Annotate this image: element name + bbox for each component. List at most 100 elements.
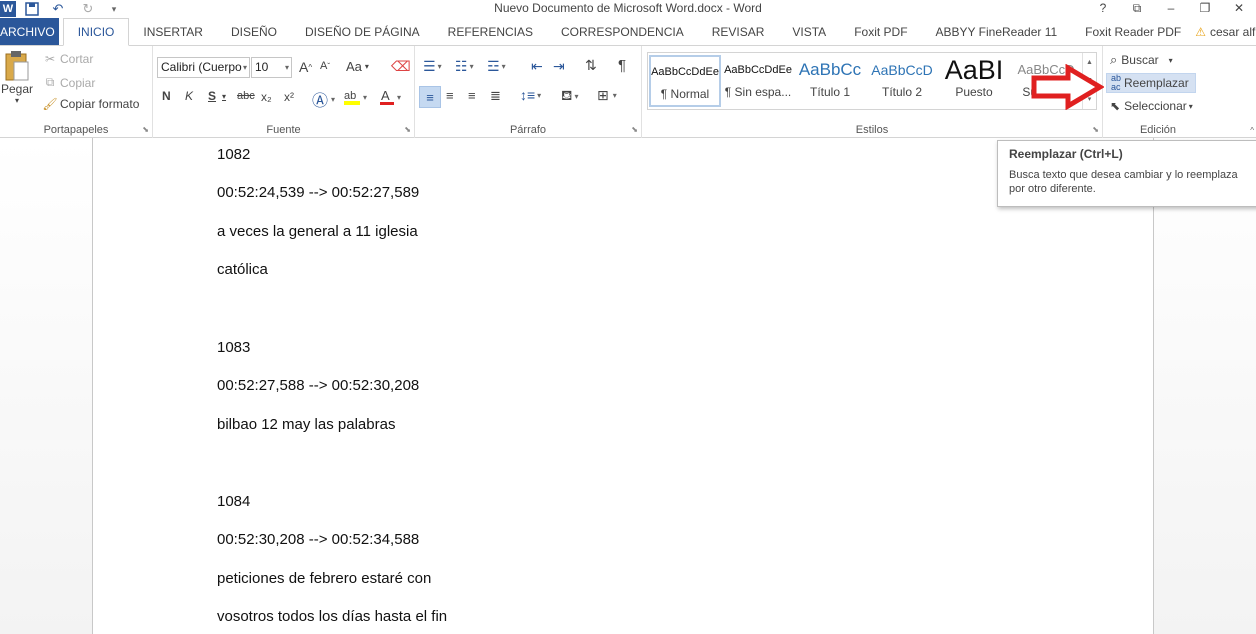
window-controls: ? ⧉ – ❐ ✕ <box>1086 0 1256 18</box>
decrease-indent-button[interactable]: ⇤ <box>531 58 543 75</box>
multilevel-list-icon: ☲ <box>487 58 500 74</box>
collapse-ribbon-icon[interactable]: ^ <box>1250 126 1254 135</box>
increase-indent-button[interactable]: ⇥ <box>553 58 565 75</box>
shrink-font-button[interactable]: Aˇ <box>320 60 330 72</box>
superscript-button[interactable]: x² <box>284 90 294 104</box>
multilevel-list-button[interactable]: ☲ ▾ <box>487 58 506 75</box>
subscript-button[interactable]: x₂ <box>261 90 272 104</box>
help-button[interactable]: ? <box>1086 0 1120 18</box>
align-left-button[interactable]: ≡ <box>419 86 441 108</box>
align-center-button[interactable]: ≡ <box>446 88 454 103</box>
style-name: Título 2 <box>881 85 923 99</box>
sort-button[interactable]: ⇅ <box>585 57 597 74</box>
reemplazar-button[interactable]: ab ac Reemplazar <box>1106 73 1196 93</box>
underline-label: S <box>208 89 217 103</box>
highlight-button[interactable]: ab ▾ <box>343 88 367 106</box>
dialog-launcher-icon[interactable]: ⬊ <box>631 125 638 134</box>
clear-format-button[interactable]: ⌫ <box>391 58 411 75</box>
buscar-label: Buscar <box>1121 53 1159 67</box>
copiar-formato-button[interactable]: 🖌 Copiar formato <box>42 97 139 111</box>
style-titulo-1[interactable]: AaBbCc Título 1 <box>794 55 866 107</box>
tab-archivo[interactable]: ARCHIVO <box>0 18 59 45</box>
shading-button[interactable]: ⛾ ▾ <box>561 87 578 106</box>
tab-abbyy[interactable]: ABBYY FineReader 11 <box>922 18 1072 45</box>
style-puesto[interactable]: AaBI Puesto <box>938 55 1010 107</box>
line-spacing-button[interactable]: ↕≡ ▾ <box>520 87 541 103</box>
user-account[interactable]: ⚠ cesar alfredo... ▾ <box>1195 18 1256 45</box>
bold-button[interactable]: N <box>162 89 171 103</box>
annotation-arrow-icon <box>1031 64 1104 110</box>
tab-inicio[interactable]: INICIO <box>62 18 130 46</box>
style-preview: AaBbCc <box>798 60 862 79</box>
chevron-down-icon: ▾ <box>437 62 442 71</box>
tab-vista[interactable]: VISTA <box>778 18 840 45</box>
minimize-button[interactable]: – <box>1154 0 1188 18</box>
dialog-launcher-icon[interactable]: ⬊ <box>1092 125 1099 134</box>
chevron-down-icon: ▾ <box>397 92 402 102</box>
borders-icon: ⊞ <box>597 87 609 103</box>
document-page[interactable]: 1082 00:52:24,539 --> 00:52:27,589 a vec… <box>92 138 1154 634</box>
text-effects-button[interactable]: Ⓐ ▾ <box>312 87 335 111</box>
svg-text:ab: ab <box>344 90 356 102</box>
tab-foxit-reader[interactable]: Foxit Reader PDF <box>1071 18 1195 45</box>
close-button[interactable]: ✕ <box>1222 0 1256 18</box>
doc-line: vosotros todos los días hasta el fin <box>217 608 448 625</box>
seleccionar-button[interactable]: ⬉ Seleccionar ▾ <box>1106 96 1199 116</box>
eraser-icon: ⌫ <box>391 58 411 74</box>
left-canvas <box>0 138 92 634</box>
cursor-icon: ⬉ <box>1110 99 1121 113</box>
grow-font-button[interactable]: A ^ <box>299 59 312 75</box>
font-color-button[interactable]: A ▾ <box>379 88 401 106</box>
chevron-down-icon: ▾ <box>501 62 506 71</box>
bullets-button[interactable]: ☰ ▾ <box>423 58 442 75</box>
window-title: Nuevo Documento de Microsoft Word.docx -… <box>494 1 762 15</box>
dialog-launcher-icon[interactable]: ⬊ <box>142 125 149 134</box>
text-effects-icon: Ⓐ <box>312 93 329 110</box>
doc-line: católica <box>217 261 268 278</box>
borders-button[interactable]: ⊞ ▾ <box>597 87 617 104</box>
tab-revisar[interactable]: REVISAR <box>698 18 779 45</box>
tab-foxit-pdf[interactable]: Foxit PDF <box>840 18 921 45</box>
align-left-icon: ≡ <box>426 89 434 105</box>
doc-line: 1084 <box>217 493 251 510</box>
strikethrough-button[interactable]: abc <box>237 90 255 102</box>
style-preview: AaBbCcD <box>871 62 933 78</box>
pegar-button[interactable]: Pegar ▾ <box>0 50 34 105</box>
style-sin-espaciado[interactable]: AaBbCcDdEe ¶ Sin espa... <box>722 55 794 107</box>
doc-line: 1083 <box>217 339 251 356</box>
shrink-font-label: A <box>320 60 328 72</box>
font-name-value: Calibri (Cuerpo <box>161 60 242 74</box>
copiar-label: Copiar <box>60 75 96 90</box>
font-name-combo[interactable]: Calibri (Cuerpo ▾ <box>157 57 250 78</box>
group-label-edicion: Edición <box>1139 124 1177 136</box>
font-size-combo[interactable]: 10 ▾ <box>251 57 292 78</box>
scissors-icon: ✂ <box>44 52 56 66</box>
italic-button[interactable]: K <box>185 89 193 103</box>
bold-label: N <box>162 89 171 103</box>
tab-diseno[interactable]: DISEÑO <box>217 18 291 45</box>
chevron-down-icon: ▾ <box>537 90 542 100</box>
numbering-icon: ☷ <box>455 58 468 74</box>
tab-diseno-pagina[interactable]: DISEÑO DE PÁGINA <box>291 18 434 45</box>
buscar-button[interactable]: ⌕ Buscar ▾ <box>1106 50 1179 70</box>
tab-referencias[interactable]: REFERENCIAS <box>434 18 547 45</box>
change-case-button[interactable]: Aa ▾ <box>346 59 369 74</box>
ribbon-display-button[interactable]: ⧉ <box>1120 0 1154 18</box>
style-titulo-2[interactable]: AaBbCcD Título 2 <box>866 55 938 107</box>
justify-button[interactable]: ≣ <box>490 88 501 104</box>
tooltip-body-line2: por otro diferente. <box>1009 183 1096 195</box>
dialog-launcher-icon[interactable]: ⬊ <box>404 125 411 134</box>
numbering-button[interactable]: ☷ ▾ <box>455 58 474 75</box>
tab-insertar[interactable]: INSERTAR <box>129 18 217 45</box>
tab-correspondencia[interactable]: CORRESPONDENCIA <box>547 18 698 45</box>
group-portapapeles: Pegar ▾ ✂ Cortar ⧉ Copiar 🖌 Copiar forma… <box>0 46 153 138</box>
document-area: 1082 00:52:24,539 --> 00:52:27,589 a vec… <box>0 138 1256 634</box>
strikethrough-label: abc <box>237 90 255 102</box>
cortar-button[interactable]: ✂ Cortar <box>42 52 93 66</box>
align-right-button[interactable]: ≡ <box>468 88 476 103</box>
underline-button[interactable]: S ▾ <box>208 89 226 103</box>
style-normal[interactable]: AaBbCcDdEe ¶ Normal <box>649 55 721 107</box>
restore-button[interactable]: ❐ <box>1188 0 1222 18</box>
copiar-button[interactable]: ⧉ Copiar <box>42 75 96 90</box>
show-marks-button[interactable]: ¶ <box>618 57 626 74</box>
